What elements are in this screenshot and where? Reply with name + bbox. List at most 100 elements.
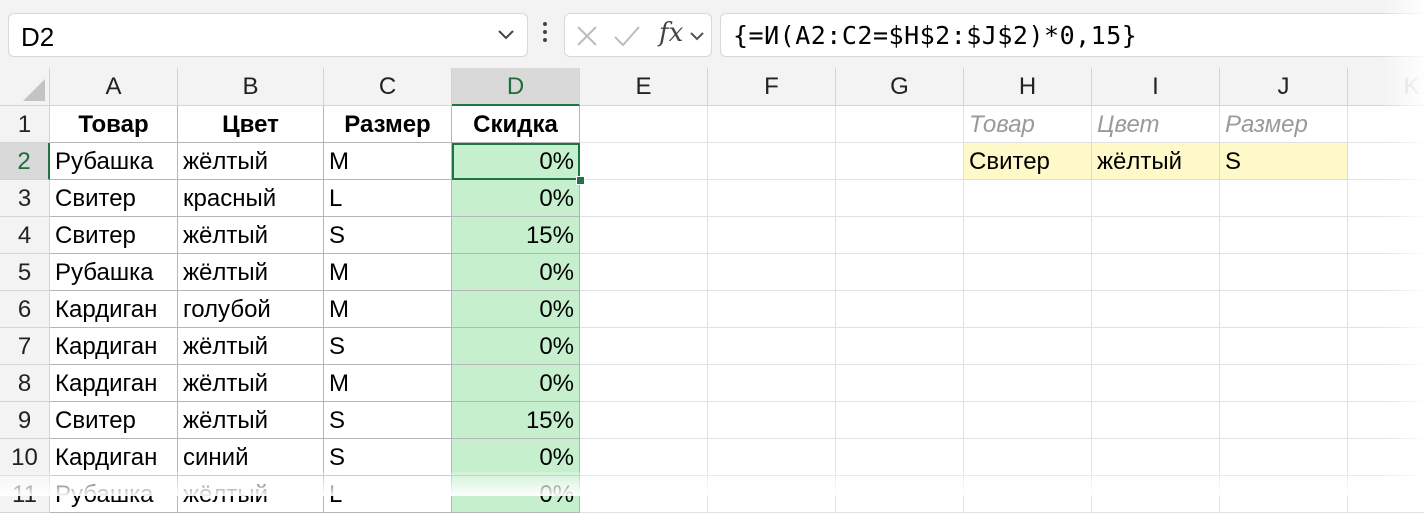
table-header-cell[interactable]: Цвет [178,106,324,143]
cell[interactable] [580,365,708,402]
table-cell[interactable]: жёлтый [178,328,324,365]
criteria-value-cell[interactable]: S [1220,143,1348,180]
table-cell[interactable]: Свитер [50,402,178,439]
discount-cell[interactable]: 0% [452,291,580,328]
cell[interactable] [580,328,708,365]
row-header-4[interactable]: 4 [0,217,50,254]
cell[interactable] [1220,402,1348,439]
discount-cell[interactable]: 0% [452,180,580,217]
table-cell[interactable]: Кардиган [50,365,178,402]
cell[interactable] [1092,365,1220,402]
cell[interactable] [1220,328,1348,365]
criteria-value-cell[interactable]: жёлтый [1092,143,1220,180]
cell[interactable] [964,254,1092,291]
table-cell[interactable]: M [324,291,452,328]
cell[interactable] [708,217,836,254]
cell[interactable] [1220,180,1348,217]
table-cell[interactable]: M [324,143,452,180]
cell[interactable] [1220,291,1348,328]
criteria-header-cell[interactable]: Цвет [1092,106,1220,143]
criteria-value-cell[interactable]: Свитер [964,143,1092,180]
cell[interactable] [1092,328,1220,365]
table-cell[interactable]: жёлтый [178,143,324,180]
cell[interactable] [708,106,836,143]
table-cell[interactable]: S [324,217,452,254]
table-cell[interactable]: жёлтый [178,402,324,439]
table-cell[interactable]: красный [178,180,324,217]
cell[interactable] [1220,254,1348,291]
cell[interactable] [836,143,964,180]
fill-handle[interactable] [576,176,585,185]
table-cell[interactable]: S [324,328,452,365]
cell[interactable] [964,402,1092,439]
column-header-A[interactable]: A [50,68,178,106]
table-header-cell[interactable]: Товар [50,106,178,143]
cell[interactable] [964,217,1092,254]
table-cell[interactable]: M [324,365,452,402]
table-cell[interactable]: S [324,439,452,476]
row-header-10[interactable]: 10 [0,439,50,476]
table-cell[interactable]: Свитер [50,180,178,217]
cell[interactable] [836,180,964,217]
cell[interactable] [836,106,964,143]
cell[interactable] [1092,402,1220,439]
table-cell[interactable]: Свитер [50,217,178,254]
row-header-9[interactable]: 9 [0,402,50,439]
cell[interactable] [964,180,1092,217]
close-icon[interactable] [575,24,599,53]
cell[interactable] [708,143,836,180]
column-header-F[interactable]: F [708,68,836,106]
cell[interactable] [580,291,708,328]
row-header-1[interactable]: 1 [0,106,50,143]
row-header-3[interactable]: 3 [0,180,50,217]
cell[interactable] [1092,254,1220,291]
table-cell[interactable]: L [324,180,452,217]
column-header-G[interactable]: G [836,68,964,106]
cell[interactable] [836,254,964,291]
column-header-E[interactable]: E [580,68,708,106]
discount-cell[interactable]: 0% [452,365,580,402]
cell[interactable] [580,106,708,143]
cell[interactable] [1220,365,1348,402]
discount-cell[interactable]: 0% [452,328,580,365]
table-cell[interactable]: Кардиган [50,328,178,365]
cell[interactable] [580,143,708,180]
table-cell[interactable]: жёлтый [178,217,324,254]
cell[interactable] [708,328,836,365]
cell[interactable] [1092,439,1220,476]
cell[interactable] [1092,291,1220,328]
check-icon[interactable] [613,24,641,53]
cell[interactable] [836,328,964,365]
cell[interactable] [964,439,1092,476]
row-header-2[interactable]: 2 [0,143,50,180]
chevron-down-icon[interactable] [497,28,515,47]
criteria-header-cell[interactable]: Размер [1220,106,1348,143]
name-box[interactable]: D2 [8,13,528,57]
discount-cell[interactable]: 15% [452,402,580,439]
cell[interactable] [1220,439,1348,476]
cell[interactable] [1092,180,1220,217]
kebab-icon[interactable] [540,22,550,48]
table-cell[interactable]: M [324,254,452,291]
cell[interactable] [1220,217,1348,254]
row-header-7[interactable]: 7 [0,328,50,365]
cell[interactable] [836,291,964,328]
column-header-B[interactable]: B [178,68,324,106]
table-cell[interactable]: синий [178,439,324,476]
column-header-D[interactable]: D [452,68,580,106]
formula-input[interactable]: {=И(A2:C2=$H$2:$J$2)*0,15} [720,13,1424,57]
discount-cell[interactable]: 15% [452,217,580,254]
cell[interactable] [580,217,708,254]
insert-function-button[interactable]: fx [659,18,683,48]
table-cell[interactable]: S [324,402,452,439]
cell[interactable] [1092,217,1220,254]
row-header-5[interactable]: 5 [0,254,50,291]
discount-cell[interactable]: 0% [452,254,580,291]
cell[interactable] [708,180,836,217]
cell[interactable] [964,365,1092,402]
cell[interactable] [580,439,708,476]
cell[interactable] [836,402,964,439]
cell[interactable] [708,365,836,402]
cell[interactable] [964,328,1092,365]
table-header-cell[interactable]: Размер [324,106,452,143]
